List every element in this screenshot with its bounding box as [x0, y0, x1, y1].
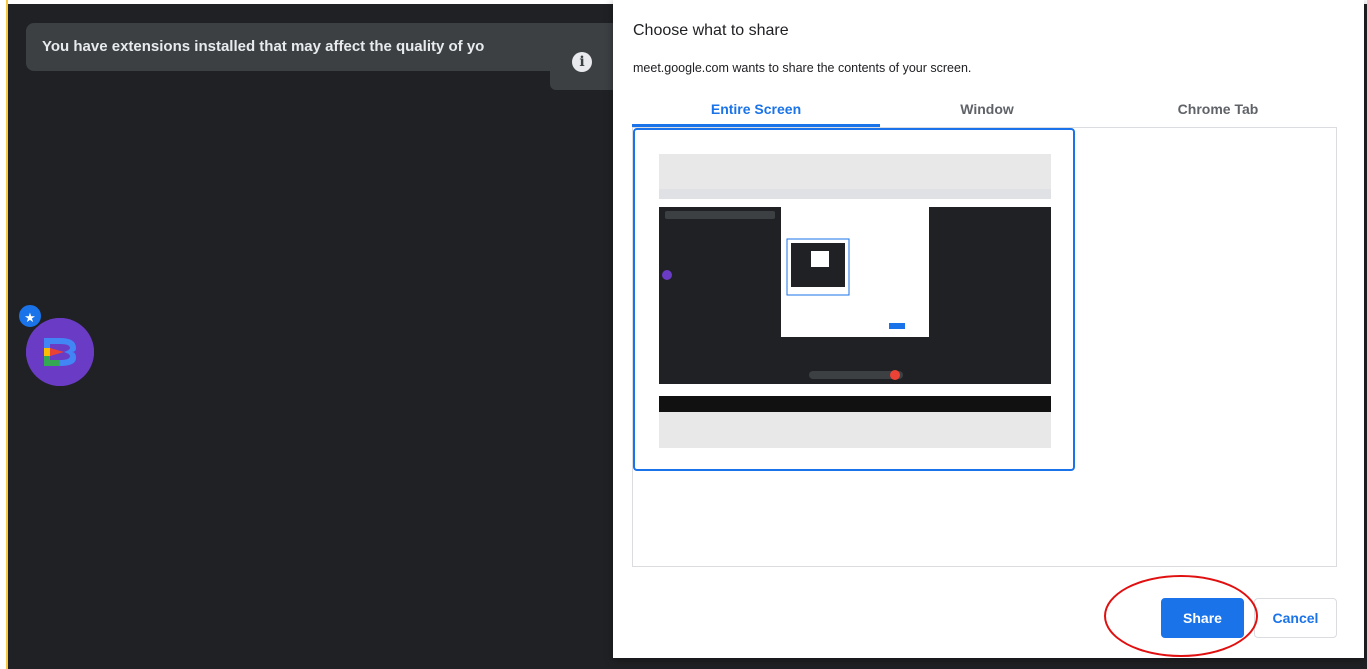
extension-logo-icon[interactable] — [26, 318, 94, 386]
window-edge-highlight — [6, 0, 8, 669]
screen-thumbnail-graphic — [659, 189, 1051, 412]
tab-window[interactable]: Window — [863, 92, 1111, 126]
cancel-button[interactable]: Cancel — [1254, 598, 1337, 638]
screen-thumbnail-frame — [659, 154, 1051, 448]
screen-thumbnail — [659, 189, 1051, 412]
tab-entire-screen[interactable]: Entire Screen — [632, 92, 880, 126]
entire-screen-option[interactable] — [633, 128, 1075, 471]
info-icon[interactable]: i — [572, 52, 592, 72]
extension-warning-banner: You have extensions installed that may a… — [26, 23, 626, 71]
tab-chrome-tab[interactable]: Chrome Tab — [1094, 92, 1342, 126]
extension-logo-graphic — [26, 318, 94, 386]
dialog-subtitle: meet.google.com wants to share the conte… — [633, 61, 972, 75]
star-icon: ★ — [17, 303, 43, 329]
share-dialog: Choose what to share meet.google.com wan… — [613, 0, 1364, 658]
share-button[interactable]: Share — [1161, 598, 1244, 638]
extension-warning-text: You have extensions installed that may a… — [42, 38, 485, 55]
dialog-title: Choose what to share — [633, 22, 789, 39]
